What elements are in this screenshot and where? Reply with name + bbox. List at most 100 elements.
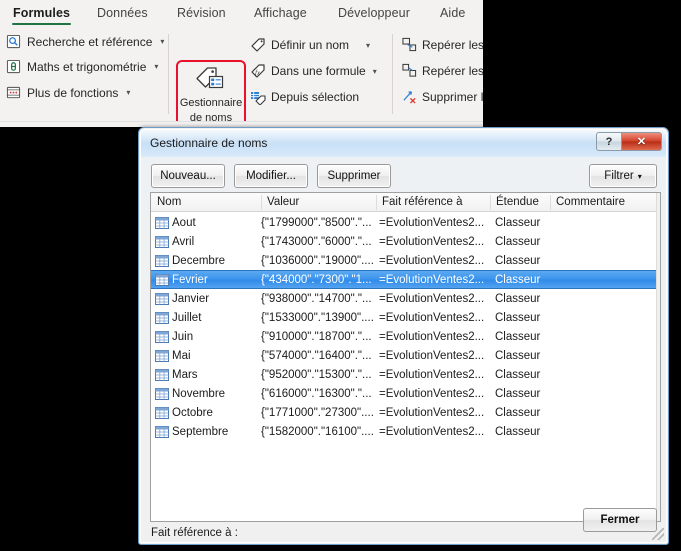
row-name: Octobre (172, 406, 213, 419)
help-button[interactable]: ? (596, 132, 622, 151)
tab-developpeur[interactable]: Développeur (336, 4, 412, 25)
name-manager-dialog: Gestionnaire de noms ? ✕ Nouveau... Modi… (138, 127, 669, 545)
tab-revision[interactable]: Révision (175, 4, 228, 25)
table-row[interactable]: Mai {"574000"."16400"."... =EvolutionVente… (151, 346, 660, 365)
ribbon-button-remove-arrows[interactable]: Supprimer l (402, 89, 483, 104)
remove-arrows-icon (402, 89, 417, 104)
close-dialog-button-label: Fermer (600, 514, 640, 526)
tab-affichage[interactable]: Affichage (252, 4, 309, 25)
chevron-down-icon: ▾ (160, 37, 165, 46)
tab-aide[interactable]: Aide (438, 4, 467, 25)
table-row[interactable]: Juin {"910000"."18700"."... =EvolutionVent… (151, 327, 660, 346)
resize-grip[interactable] (652, 528, 664, 540)
tab-donnees[interactable]: Données (95, 4, 150, 25)
table-row[interactable]: Mars {"952000"."15300"."... =EvolutionVent… (151, 365, 660, 384)
dialog-title: Gestionnaire de noms (150, 136, 268, 150)
column-header-refers-to[interactable]: Fait référence à (382, 196, 463, 208)
column-separator[interactable] (550, 195, 551, 210)
row-value: {"1771000"."27300".... (261, 406, 374, 419)
row-name: Decembre (172, 254, 226, 267)
trace-dependents-icon (402, 63, 417, 78)
table-range-icon (155, 254, 169, 267)
tab-label: Formules (13, 6, 71, 20)
table-range-icon (155, 330, 169, 343)
filter-button[interactable]: Filtrer ▾ (589, 164, 657, 188)
row-scope: Classeur (495, 235, 541, 248)
filter-button-label: Filtrer (604, 170, 634, 182)
row-refers-to: =EvolutionVentes2... (379, 387, 485, 400)
ribbon-button-trace-precedents[interactable]: Repérer les (402, 37, 483, 52)
ribbon-button-label: Depuis sélection (271, 90, 360, 104)
row-refers-to: =EvolutionVentes2... (379, 273, 485, 286)
table-range-icon (155, 387, 169, 400)
row-name: Septembre (172, 425, 229, 438)
table-row[interactable]: Avril {"1743000"."6000"."... =EvolutionVen… (151, 232, 660, 251)
ribbon-button-use-in-formula[interactable]: fx Dans une formule ▾ (250, 63, 377, 79)
ribbon-button-more-functions[interactable]: Plus de fonctions ▾ (6, 85, 130, 100)
delete-button[interactable]: Supprimer (317, 164, 391, 188)
tab-label: Développeur (338, 6, 410, 20)
ribbon-button-name-manager[interactable]: Gestionnaire de noms (178, 62, 244, 127)
names-list[interactable]: Nom Valeur Fait référence à Étendue Comm… (150, 192, 661, 522)
ribbon-button-math-trig[interactable]: Maths et trigonométrie ▾ (6, 59, 158, 74)
row-value: {"574000"."16400"."... (261, 349, 372, 362)
create-from-selection-icon (250, 89, 266, 106)
column-separator[interactable] (490, 195, 491, 210)
row-refers-to: =EvolutionVentes2... (379, 235, 485, 248)
table-row[interactable]: Decembre {"1036000"."19000".... =Evolution… (151, 251, 660, 270)
table-range-icon (155, 216, 169, 229)
row-scope: Classeur (495, 425, 541, 438)
math-trig-icon (6, 59, 21, 74)
table-row[interactable]: Novembre {"616000"."16300"."... =Evolution… (151, 384, 660, 403)
new-button[interactable]: Nouveau... (151, 164, 225, 188)
row-value: {"1582000"."16100".... (261, 425, 374, 438)
column-header-etendue[interactable]: Étendue (496, 196, 539, 208)
check-icon[interactable] (170, 542, 191, 543)
table-row[interactable]: Septembre {"1582000"."16100".... =Evolutio… (151, 422, 660, 441)
x-icon[interactable] (150, 542, 171, 543)
row-refers-to: =EvolutionVentes2... (379, 368, 485, 381)
table-range-icon (155, 368, 169, 381)
ribbon-group-divider (168, 34, 169, 114)
table-range-icon (155, 311, 169, 324)
ribbon-button-label: Définir un nom (271, 38, 350, 52)
row-value: {"616000"."16300"."... (261, 387, 372, 400)
ribbon-button-trace-dependents[interactable]: Repérer les (402, 63, 483, 78)
column-header-nom[interactable]: Nom (157, 196, 181, 208)
ribbon-button-create-from-selection[interactable]: Depuis sélection (250, 89, 360, 106)
tab-label: Données (97, 6, 148, 20)
refers-to-row: =EvolutionVentes2019!$B$6:$G$6 (150, 542, 661, 543)
refers-to-input[interactable]: =EvolutionVentes2019!$B$6:$G$6 (194, 542, 661, 543)
window-controls: ? ✕ (596, 132, 662, 151)
row-scope: Classeur (495, 216, 541, 229)
close-button[interactable]: ✕ (622, 132, 662, 151)
row-scope: Classeur (495, 330, 541, 343)
table-row[interactable]: Octobre {"1771000"."27300".... =EvolutionV… (151, 403, 660, 422)
row-scope: Classeur (495, 406, 541, 419)
column-header-commentaire[interactable]: Commentaire (556, 196, 625, 208)
close-dialog-button[interactable]: Fermer (583, 508, 657, 532)
table-row[interactable]: Janvier {"938000"."14700"."... =EvolutionV… (151, 289, 660, 308)
row-value: {"938000"."14700"."... (261, 292, 372, 305)
column-separator[interactable] (261, 195, 262, 210)
column-separator[interactable] (376, 195, 377, 210)
ribbon-button-define-name[interactable]: Définir un nom ▾ (250, 37, 370, 53)
edit-button[interactable]: Modifier... (234, 164, 308, 188)
row-value: {"1799000"."8500"."... (261, 216, 372, 229)
ribbon-button-label: Maths et trigonométrie (27, 59, 147, 74)
chevron-down-icon: ▾ (154, 62, 159, 71)
row-scope: Classeur (495, 292, 541, 305)
column-header-valeur[interactable]: Valeur (267, 196, 299, 208)
ribbon-button-lookup-reference[interactable]: Recherche et référence ▾ (6, 34, 164, 49)
tab-formules[interactable]: Formules (11, 4, 72, 25)
row-refers-to: =EvolutionVentes2... (379, 425, 485, 438)
row-scope: Classeur (495, 273, 541, 286)
trace-precedents-icon (402, 37, 417, 52)
table-row[interactable]: Fevrier {"434000"."7300"."1... =EvolutionV… (151, 270, 660, 289)
dialog-title-bar[interactable]: Gestionnaire de noms ? ✕ (141, 130, 666, 157)
ribbon-tab-strip: Formules Données Révision Affichage Déve… (0, 0, 483, 29)
table-row[interactable]: Juillet {"1533000"."13900".... =EvolutionV… (151, 308, 660, 327)
table-row[interactable]: Aout {"1799000"."8500"."... =EvolutionVent… (151, 213, 660, 232)
list-scroll-gutter[interactable] (656, 193, 660, 521)
row-name: Avril (172, 235, 195, 248)
